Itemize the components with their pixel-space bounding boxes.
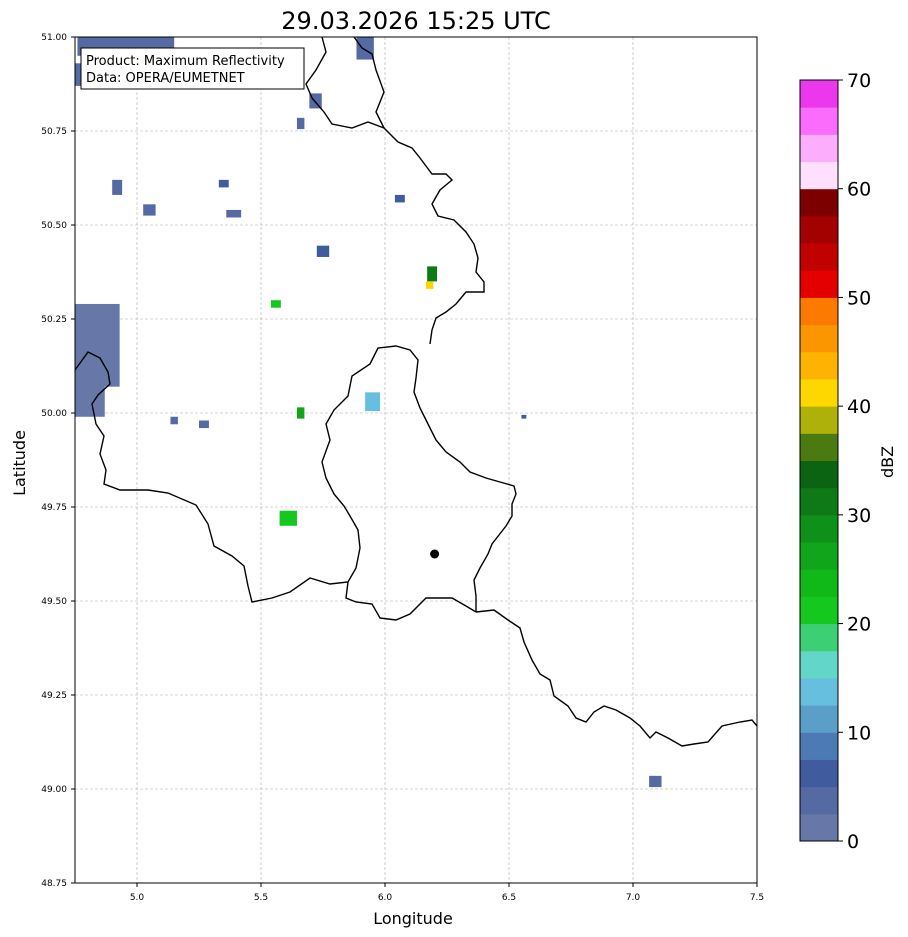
colorbar-segment [800, 786, 838, 815]
y-tick-label: 49.25 [41, 691, 67, 701]
colorbar-segment [800, 107, 838, 135]
colorbar-segment [800, 134, 838, 163]
colorbar-label: dBZ [878, 446, 897, 478]
colorbar-segment [800, 650, 838, 679]
echo-cell [296, 407, 305, 419]
map-plot-area [74, 36, 758, 884]
echo-cell [218, 179, 229, 188]
y-axis-ticks: 48.75 49.00 49.25 49.50 49.75 50.00 50.25 50.50… [41, 33, 75, 889]
echo-cell [521, 414, 527, 419]
colorbar-segment [800, 732, 838, 760]
colorbar-segment [800, 270, 838, 298]
echo-cell [226, 209, 242, 218]
x-tick-label: 5.5 [254, 893, 268, 903]
echo-cell [124, 37, 175, 49]
map-background [75, 37, 757, 883]
echo-cell [394, 194, 405, 203]
y-tick-label: 48.75 [41, 879, 67, 889]
y-tick-label: 50.25 [41, 315, 67, 325]
x-axis-ticks: 5.0 5.5 6.0 6.5 7.0 7.5 [130, 883, 764, 903]
colorbar-segment [800, 813, 838, 842]
echo-cell [365, 392, 381, 412]
colorbar-segment [800, 243, 838, 271]
echo-cell [296, 117, 305, 130]
colorbar-segment [800, 623, 838, 652]
echo-cell [279, 510, 297, 526]
info-box: Product: Maximum Reflectivity Data: OPER… [80, 47, 305, 90]
y-tick-label: 51.00 [41, 33, 67, 43]
radar-map-figure: 29.03.2026 15:25 UTC Product: Maximum Re… [10, 7, 897, 928]
x-tick-label: 7.5 [750, 893, 764, 903]
y-tick-label: 49.00 [41, 785, 67, 795]
echo-cell [649, 775, 662, 788]
dbz-colorbar [799, 79, 839, 842]
echo-cell [170, 416, 178, 425]
colorbar-segment [800, 433, 838, 461]
colorbar-tick-label: 20 [847, 614, 871, 636]
echo-cell [427, 266, 438, 282]
colorbar-tick-label: 40 [847, 396, 871, 418]
echo-cell [425, 281, 434, 289]
info-product-label: Product: Maximum Reflectivity [86, 54, 285, 69]
colorbar-segment [800, 460, 838, 489]
colorbar-segment [800, 161, 838, 190]
colorbar-segment [800, 759, 838, 788]
echo-cell [356, 37, 374, 60]
colorbar-segment [800, 351, 838, 380]
x-tick-label: 6.5 [502, 893, 516, 903]
colorbar-segment [800, 487, 838, 516]
colorbar-segment [800, 324, 838, 353]
colorbar-segment [800, 378, 838, 407]
echo-cell [143, 204, 156, 216]
colorbar-tick-label: 50 [847, 287, 871, 309]
colorbar-segment [800, 596, 838, 625]
y-tick-label: 50.50 [41, 221, 67, 231]
x-tick-label: 5.0 [130, 893, 145, 903]
echo-cell [316, 245, 330, 257]
map-title: 29.03.2026 15:25 UTC [281, 7, 550, 35]
colorbar-segment [800, 215, 838, 244]
echo-cell [270, 300, 281, 308]
colorbar-tick-label: 0 [847, 831, 859, 853]
colorbar-segment [800, 542, 838, 570]
colorbar-segment [800, 569, 838, 597]
colorbar-segment [800, 80, 838, 108]
colorbar-tick-label: 10 [847, 722, 871, 744]
y-tick-label: 49.50 [41, 597, 67, 607]
colorbar-segment [800, 188, 838, 217]
y-tick-label: 49.75 [41, 503, 67, 513]
colorbar-segment [800, 297, 838, 326]
colorbar-segment [800, 677, 838, 706]
city-location-marker [430, 549, 440, 559]
x-tick-label: 6.0 [378, 893, 393, 903]
colorbar-tick-label: 30 [847, 505, 871, 527]
info-data-source: Data: OPERA/EUMETNET [86, 71, 245, 86]
colorbar-ticks: 0 10 20 30 40 50 60 70 [838, 70, 871, 853]
echo-cell [75, 364, 105, 417]
colorbar-segment [800, 705, 838, 733]
x-axis-label: Longitude [373, 909, 453, 928]
colorbar-segment [800, 514, 838, 543]
colorbar-tick-label: 70 [847, 70, 871, 92]
echo-cell [199, 420, 209, 429]
colorbar-segment [800, 406, 838, 434]
colorbar-tick-label: 60 [847, 179, 871, 201]
y-axis-label: Latitude [10, 430, 29, 496]
x-tick-label: 7.0 [626, 893, 641, 903]
y-tick-label: 50.00 [41, 409, 67, 419]
y-tick-label: 50.75 [41, 127, 67, 137]
echo-cell [112, 179, 123, 195]
